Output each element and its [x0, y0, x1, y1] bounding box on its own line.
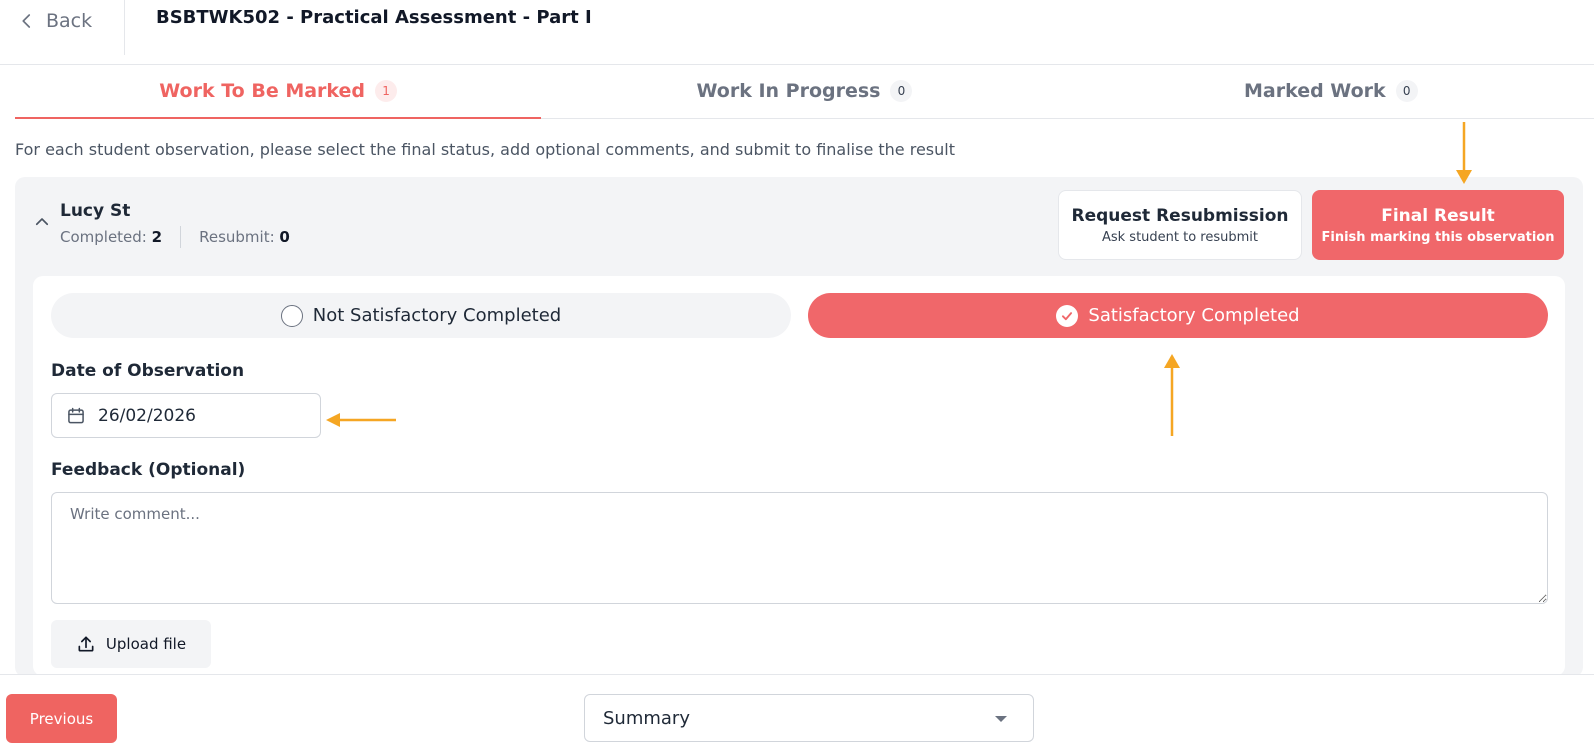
date-of-observation-field[interactable]: 26/02/2026 [51, 393, 321, 438]
completed-label: Completed: [60, 228, 147, 246]
final-result-button[interactable]: Final Result Finish marking this observa… [1312, 190, 1564, 260]
request-resubmission-button[interactable]: Request Resubmission Ask student to resu… [1058, 190, 1302, 260]
tab-label: Marked Work [1243, 80, 1386, 102]
date-value: 26/02/2026 [98, 405, 196, 426]
final-result-subtitle: Finish marking this observation [1321, 229, 1555, 245]
date-of-observation-label: Date of Observation [51, 361, 245, 381]
resubmit-label: Resubmit: [199, 228, 275, 246]
request-resubmission-title: Request Resubmission [1071, 205, 1289, 226]
back-button[interactable]: Back [18, 8, 92, 34]
tab-work-to-be-marked[interactable]: Work To Be Marked 1 [15, 66, 542, 119]
student-stats: Completed: 2 Resubmit: 0 [60, 226, 290, 248]
calendar-icon [68, 407, 84, 423]
header-divider [124, 0, 125, 55]
section-select-value: Summary [603, 707, 690, 729]
completed-count: 2 [151, 228, 163, 246]
back-label: Back [46, 10, 93, 32]
upload-file-button[interactable]: Upload file [51, 620, 211, 668]
feedback-textarea[interactable] [51, 492, 1548, 604]
upload-icon [78, 636, 94, 652]
tab-label: Work To Be Marked [159, 80, 366, 102]
upload-file-label: Upload file [105, 635, 187, 653]
tab-bar: Work To Be Marked 1 Work In Progress 0 M… [15, 66, 1594, 119]
top-bar: Back BSBTWK502 - Practical Assessment - … [0, 0, 1594, 65]
tab-label: Work In Progress [696, 80, 881, 102]
satisfactory-option[interactable]: Satisfactory Completed [808, 293, 1548, 338]
check-circle-icon [1056, 304, 1079, 327]
chevron-up-icon[interactable] [33, 213, 51, 231]
chevron-left-icon [22, 14, 31, 28]
tab-marked-work[interactable]: Marked Work 0 [1068, 66, 1594, 118]
satisfactory-label: Satisfactory Completed [1088, 305, 1300, 326]
bottom-bar: Previous Summary [0, 674, 1594, 756]
tab-count-badge: 0 [1395, 80, 1418, 102]
page-title: BSBTWK502 - Practical Assessment - Part … [156, 7, 592, 28]
request-resubmission-subtitle: Ask student to resubmit [1101, 229, 1259, 245]
section-select[interactable]: Summary [584, 694, 1034, 742]
radio-icon [280, 304, 303, 327]
final-result-title: Final Result [1381, 205, 1495, 226]
tab-count-badge: 1 [375, 80, 398, 102]
resubmit-count: 0 [279, 228, 290, 246]
feedback-label: Feedback (Optional) [51, 460, 246, 480]
instructions-text: For each student observation, please sel… [15, 140, 955, 159]
student-name: Lucy St [60, 201, 131, 221]
caret-down-icon [995, 716, 1007, 722]
stat-divider [180, 226, 182, 248]
tab-count-badge: 0 [890, 80, 913, 102]
tab-work-in-progress[interactable]: Work In Progress 0 [541, 66, 1067, 118]
previous-button[interactable]: Previous [6, 694, 117, 743]
not-satisfactory-label: Not Satisfactory Completed [312, 305, 562, 326]
not-satisfactory-option[interactable]: Not Satisfactory Completed [51, 293, 791, 338]
